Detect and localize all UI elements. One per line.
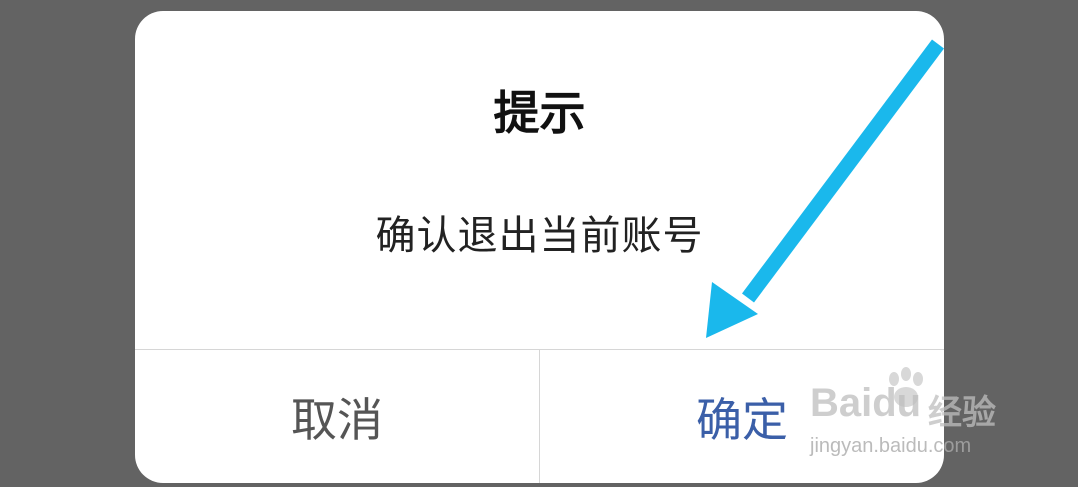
dialog-message: 确认退出当前账号 <box>375 213 704 259</box>
cancel-button[interactable]: 取消 <box>135 350 539 483</box>
dialog-title: 提示 <box>493 86 586 140</box>
confirm-dialog: 提示 确认退出当前账号 取消 确定 <box>135 11 944 483</box>
confirm-button[interactable]: 确定 <box>540 350 944 483</box>
